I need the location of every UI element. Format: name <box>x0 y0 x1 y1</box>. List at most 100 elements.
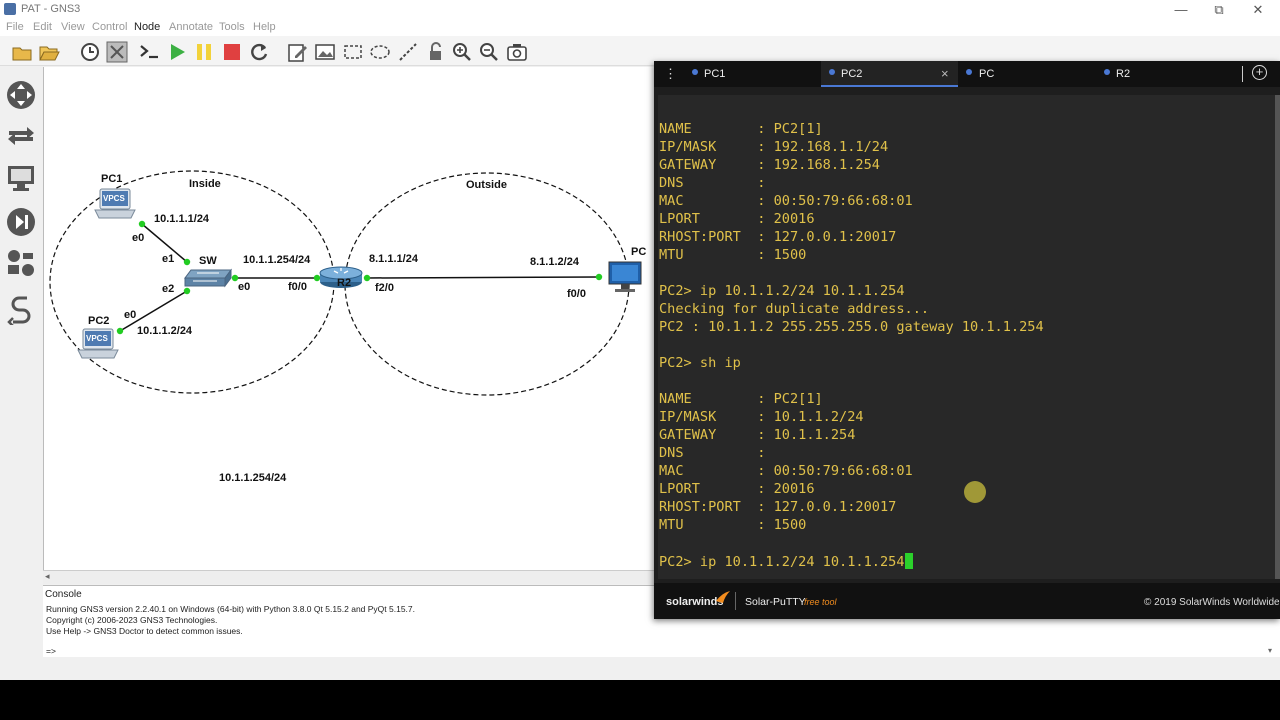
gns3-app-icon <box>4 3 16 15</box>
link-status-dot <box>138 220 146 228</box>
tab-label: R2 <box>1116 68 1131 80</box>
menu-help[interactable]: Help <box>253 21 276 33</box>
console-all-icon[interactable] <box>138 41 160 63</box>
terminal-line: IP/MASK : 192.168.1.1/24 <box>659 139 889 155</box>
link-status-dot <box>363 274 371 282</box>
pc1-ip-label[interactable]: 10.1.1.1/24 <box>154 213 209 225</box>
topology-canvas[interactable]: Inside Outside PC1 PC2 SW R2 PC VPCS VPC… <box>43 67 655 570</box>
start-all-icon[interactable] <box>166 41 188 63</box>
menu-view[interactable]: View <box>61 21 85 33</box>
draw-line-icon[interactable] <box>397 41 419 63</box>
terminal-line: MAC : 00:50:79:66:68:01 <box>659 193 913 209</box>
copyright-text: © 2019 SolarWinds Worldwide <box>1144 597 1280 608</box>
console-line: Copyright (c) 2006-2023 GNS3 Technologie… <box>46 615 218 625</box>
menu-file[interactable]: File <box>6 21 24 33</box>
add-session-icon[interactable]: + <box>1252 65 1267 80</box>
terminal-line: DNS : <box>659 175 766 191</box>
lock-icon[interactable] <box>424 41 446 63</box>
r2-outside-ip-label[interactable]: 8.1.1.1/24 <box>369 253 418 265</box>
menu-tools[interactable]: Tools <box>219 21 245 33</box>
terminal-line: RHOST:PORT : 127.0.0.1:20017 <box>659 499 897 515</box>
menu-control[interactable]: Control <box>92 21 127 33</box>
solar-putty-window: ⋮ PC1 PC2 × PC R2 + NAME : PC2[1] IP/MAS… <box>654 61 1280 619</box>
terminal-current-command: PC2> ip 10.1.1.2/24 10.1.1.254 <box>659 554 905 570</box>
insert-picture-icon[interactable] <box>314 41 336 63</box>
tab-pc2[interactable]: PC2 × <box>821 61 958 87</box>
terminal-line: MTU : 1500 <box>659 517 807 533</box>
device-dock <box>0 67 42 657</box>
maximize-button[interactable]: ⧉ <box>1208 1 1230 19</box>
edit-note-icon[interactable] <box>287 41 309 63</box>
pc2-ip-label[interactable]: 10.1.1.2/24 <box>137 325 192 337</box>
solarwinds-flame-icon <box>716 591 730 603</box>
sw-switch-icon[interactable] <box>184 268 232 288</box>
putty-footer: solarwinds Solar-PuTTY free tool © 2019 … <box>654 583 1280 619</box>
canvas-note[interactable]: 10.1.1.254/24 <box>219 472 286 484</box>
tab-pc1[interactable]: PC1 <box>684 61 820 87</box>
pc-label[interactable]: PC <box>631 246 646 258</box>
terminal-scrollbar[interactable] <box>1275 95 1280 579</box>
menu-dots-icon[interactable]: ⋮ <box>664 66 677 82</box>
add-link-icon[interactable] <box>5 293 37 325</box>
open-folder-icon[interactable] <box>38 41 60 63</box>
pc-monitor-icon[interactable] <box>608 261 642 292</box>
routers-icon[interactable] <box>5 79 37 111</box>
switches-icon[interactable] <box>5 120 37 152</box>
security-devices-icon[interactable] <box>5 206 37 238</box>
tab-pc[interactable]: PC <box>959 61 1096 87</box>
zoom-in-icon[interactable] <box>451 41 473 63</box>
sw-label[interactable]: SW <box>199 255 217 267</box>
tab-label: PC <box>979 68 995 80</box>
pc-ip-label[interactable]: 8.1.1.2/24 <box>530 256 579 268</box>
console-line: Running GNS3 version 2.2.40.1 on Windows… <box>46 604 416 614</box>
r2-f20-label: f2/0 <box>375 282 394 294</box>
r2-label[interactable]: R2 <box>337 277 351 289</box>
stop-all-icon[interactable] <box>221 41 243 63</box>
tab-close-icon[interactable]: × <box>941 66 949 81</box>
screenshot-icon[interactable] <box>506 41 528 63</box>
terminal-line: GATEWAY : 192.168.1.254 <box>659 157 880 173</box>
terminal-line: MTU : 1500 <box>659 247 807 263</box>
menu-node[interactable]: Node <box>134 21 160 33</box>
close-button[interactable]: ✕ <box>1247 1 1269 19</box>
tab-r2[interactable]: R2 <box>1097 61 1234 87</box>
snapshot-clock-icon[interactable] <box>79 41 101 63</box>
pc2-label[interactable]: PC2 <box>88 315 109 327</box>
terminal-line: DNS : <box>659 445 766 461</box>
terminal-line: GATEWAY : 10.1.1.254 <box>659 427 856 443</box>
terminal-line: PC2> sh ip <box>659 355 741 371</box>
terminal-output[interactable]: NAME : PC2[1] IP/MASK : 192.168.1.1/24 G… <box>658 95 1276 579</box>
suspend-all-icon[interactable] <box>193 41 215 63</box>
zoom-out-icon[interactable] <box>478 41 500 63</box>
mouse-pointer-highlight <box>964 481 986 503</box>
draw-ellipse-icon[interactable] <box>369 41 391 63</box>
console-prompt[interactable]: => <box>46 646 56 656</box>
link-r2-pc[interactable] <box>366 276 600 279</box>
putty-tab-bar: ⋮ PC1 PC2 × PC R2 + <box>654 61 1280 87</box>
console-title: Console <box>45 589 82 600</box>
all-devices-icon[interactable] <box>5 247 37 279</box>
minimize-button[interactable]: — <box>1170 1 1192 19</box>
pc2-vpcs-badge: VPCS <box>86 334 108 343</box>
session-status-dot <box>1104 69 1110 75</box>
r2-inside-ip-label[interactable]: 10.1.1.254/24 <box>243 254 310 266</box>
scroll-left-arrow-icon[interactable]: ◂ <box>45 571 50 582</box>
terminal-line: IP/MASK : 10.1.1.2/24 <box>659 409 864 425</box>
end-devices-icon[interactable] <box>5 162 37 194</box>
menu-annotate[interactable]: Annotate <box>169 21 213 33</box>
canvas-horizontal-scrollbar[interactable]: ◂ <box>43 570 655 584</box>
terminal-line: RHOST:PORT : 127.0.0.1:20017 <box>659 229 897 245</box>
draw-rectangle-icon[interactable] <box>342 41 364 63</box>
inside-zone-label: Inside <box>189 178 221 190</box>
pc2-e0-label: e0 <box>124 309 137 321</box>
status-bar <box>0 657 1280 680</box>
pc1-label[interactable]: PC1 <box>101 173 122 185</box>
show-interfaces-icon[interactable] <box>106 41 128 63</box>
open-project-icon[interactable] <box>11 41 33 63</box>
reload-all-icon[interactable] <box>248 41 270 63</box>
pc1-e0-label: e0 <box>132 232 145 244</box>
sw-e1-label: e1 <box>162 253 175 265</box>
terminal-current-line[interactable]: PC2> ip 10.1.1.2/24 10.1.1.254 <box>659 553 913 570</box>
menu-edit[interactable]: Edit <box>33 21 52 33</box>
console-scroll-down-icon[interactable]: ▾ <box>1268 646 1272 655</box>
